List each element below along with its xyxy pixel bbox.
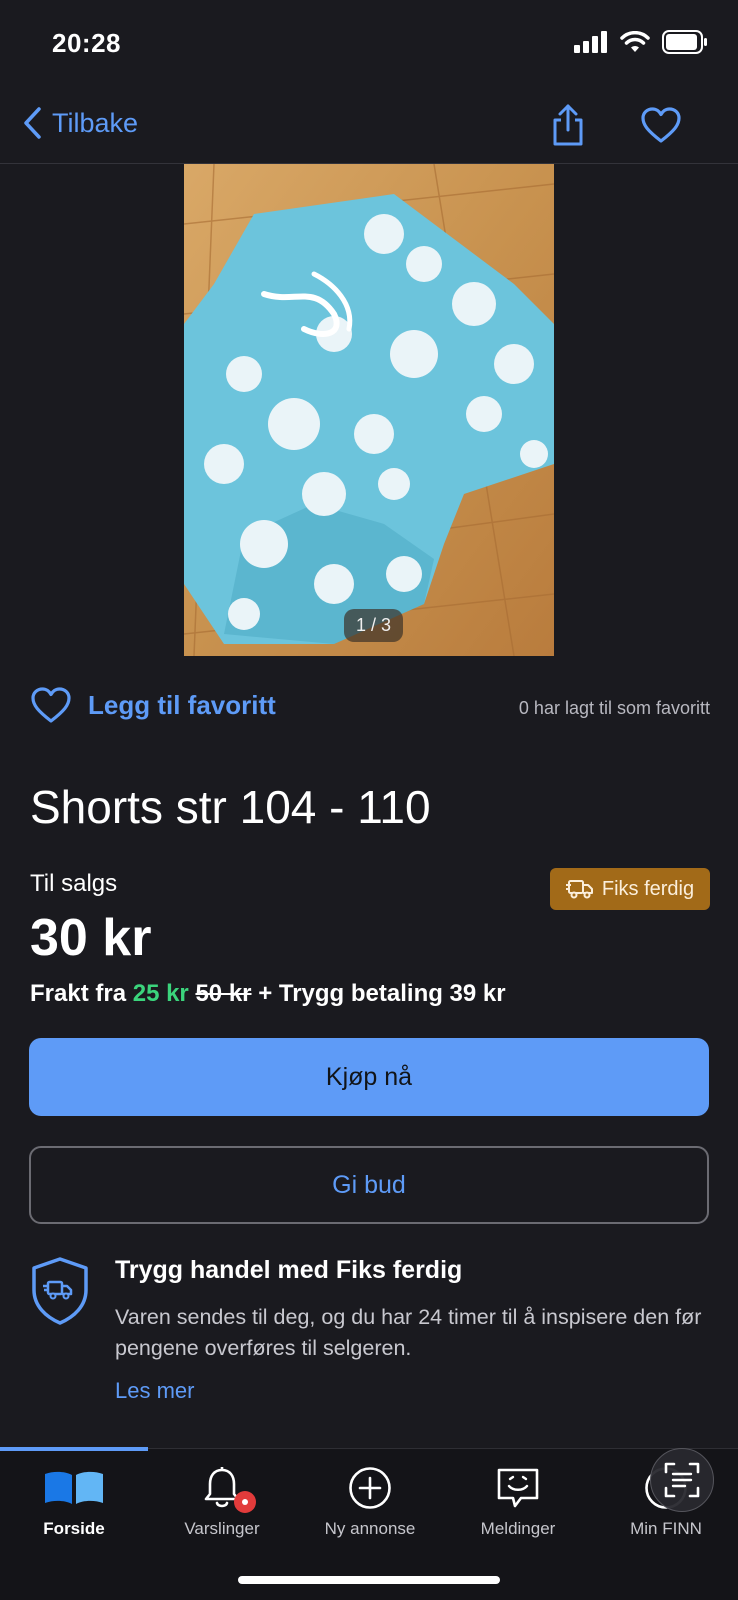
signal-icon [574, 31, 607, 53]
make-bid-button[interactable]: Gi bud [29, 1146, 709, 1224]
product-photo[interactable]: 1 / 3 [184, 164, 554, 656]
shield-truck-icon [32, 1257, 88, 1325]
safe-trade-text: Varen sendes til deg, og du har 24 timer… [115, 1305, 702, 1360]
add-favorite-label: Legg til favoritt [88, 689, 276, 720]
plus-circle-icon [348, 1463, 392, 1513]
shipping-suffix: + Trygg betaling 39 kr [258, 980, 506, 1007]
tab-label: Min FINN [630, 1519, 702, 1538]
price: 30 kr [30, 909, 152, 967]
photo-counter: 1 / 3 [344, 609, 404, 642]
nav-bar: Tilbake [0, 100, 738, 164]
chevron-left-icon [24, 107, 41, 139]
tab-meldinger[interactable]: Meldinger [444, 1463, 592, 1553]
buy-now-button[interactable]: Kjøp nå [29, 1038, 709, 1116]
shipping-info: Frakt fra 25 kr 50 kr + Trygg betaling 3… [30, 980, 506, 1008]
back-button[interactable]: Tilbake [22, 106, 138, 140]
notification-badge [234, 1491, 256, 1513]
status-bar: 20:28 [0, 0, 738, 90]
add-favorite-button[interactable]: Legg til favoritt [30, 686, 276, 724]
tab-label: Varslinger [184, 1519, 260, 1538]
tab-ny-annonse[interactable]: Ny annonse [296, 1463, 444, 1553]
tab-forside[interactable]: Forside [0, 1463, 148, 1553]
shorts-image [184, 164, 554, 656]
home-indicator [238, 1576, 500, 1584]
sale-type: Til salgs [30, 870, 118, 897]
share-button[interactable] [550, 102, 586, 153]
bell-icon [202, 1463, 256, 1513]
heart-icon [31, 687, 71, 723]
favorite-count: 0 har lagt til som favoritt [518, 698, 710, 718]
safe-trade-title: Trygg handel med Fiks ferdig [115, 1256, 463, 1284]
safe-trade-section: Trygg handel med Fiks ferdig Varen sende… [30, 1250, 720, 1410]
shipping-discounted-price: 25 kr [132, 980, 189, 1007]
read-more-link[interactable]: Les mer [115, 1378, 194, 1404]
tab-label: Meldinger [480, 1519, 556, 1538]
wifi-icon [620, 31, 650, 52]
scan-icon [664, 1462, 700, 1498]
favorite-row: Legg til favoritt 0 har lagt til som fav… [30, 686, 710, 730]
battery-icon [662, 30, 707, 54]
shipping-original-price: 50 kr [195, 980, 252, 1007]
heart-icon [641, 107, 681, 143]
book-icon [43, 1463, 105, 1513]
listing-title: Shorts str 104 - 110 [30, 781, 431, 833]
tab-label: Ny annonse [324, 1519, 416, 1538]
status-icons [574, 30, 708, 54]
shipping-prefix: Frakt fra [30, 980, 127, 1007]
delivery-truck-icon [565, 880, 593, 899]
active-tab-indicator [0, 1447, 148, 1451]
tab-label: Forside [43, 1519, 105, 1538]
tab-varslinger[interactable]: Varslinger [148, 1463, 296, 1553]
chat-icon [495, 1463, 541, 1513]
scan-button[interactable] [650, 1448, 714, 1512]
badge-label: Fiks ferdig [601, 877, 695, 900]
favorite-top-button[interactable] [640, 106, 682, 149]
share-icon [553, 104, 583, 146]
fiks-ferdig-badge: Fiks ferdig [550, 868, 710, 910]
back-label: Tilbake [52, 107, 139, 138]
status-time: 20:28 [52, 28, 121, 58]
